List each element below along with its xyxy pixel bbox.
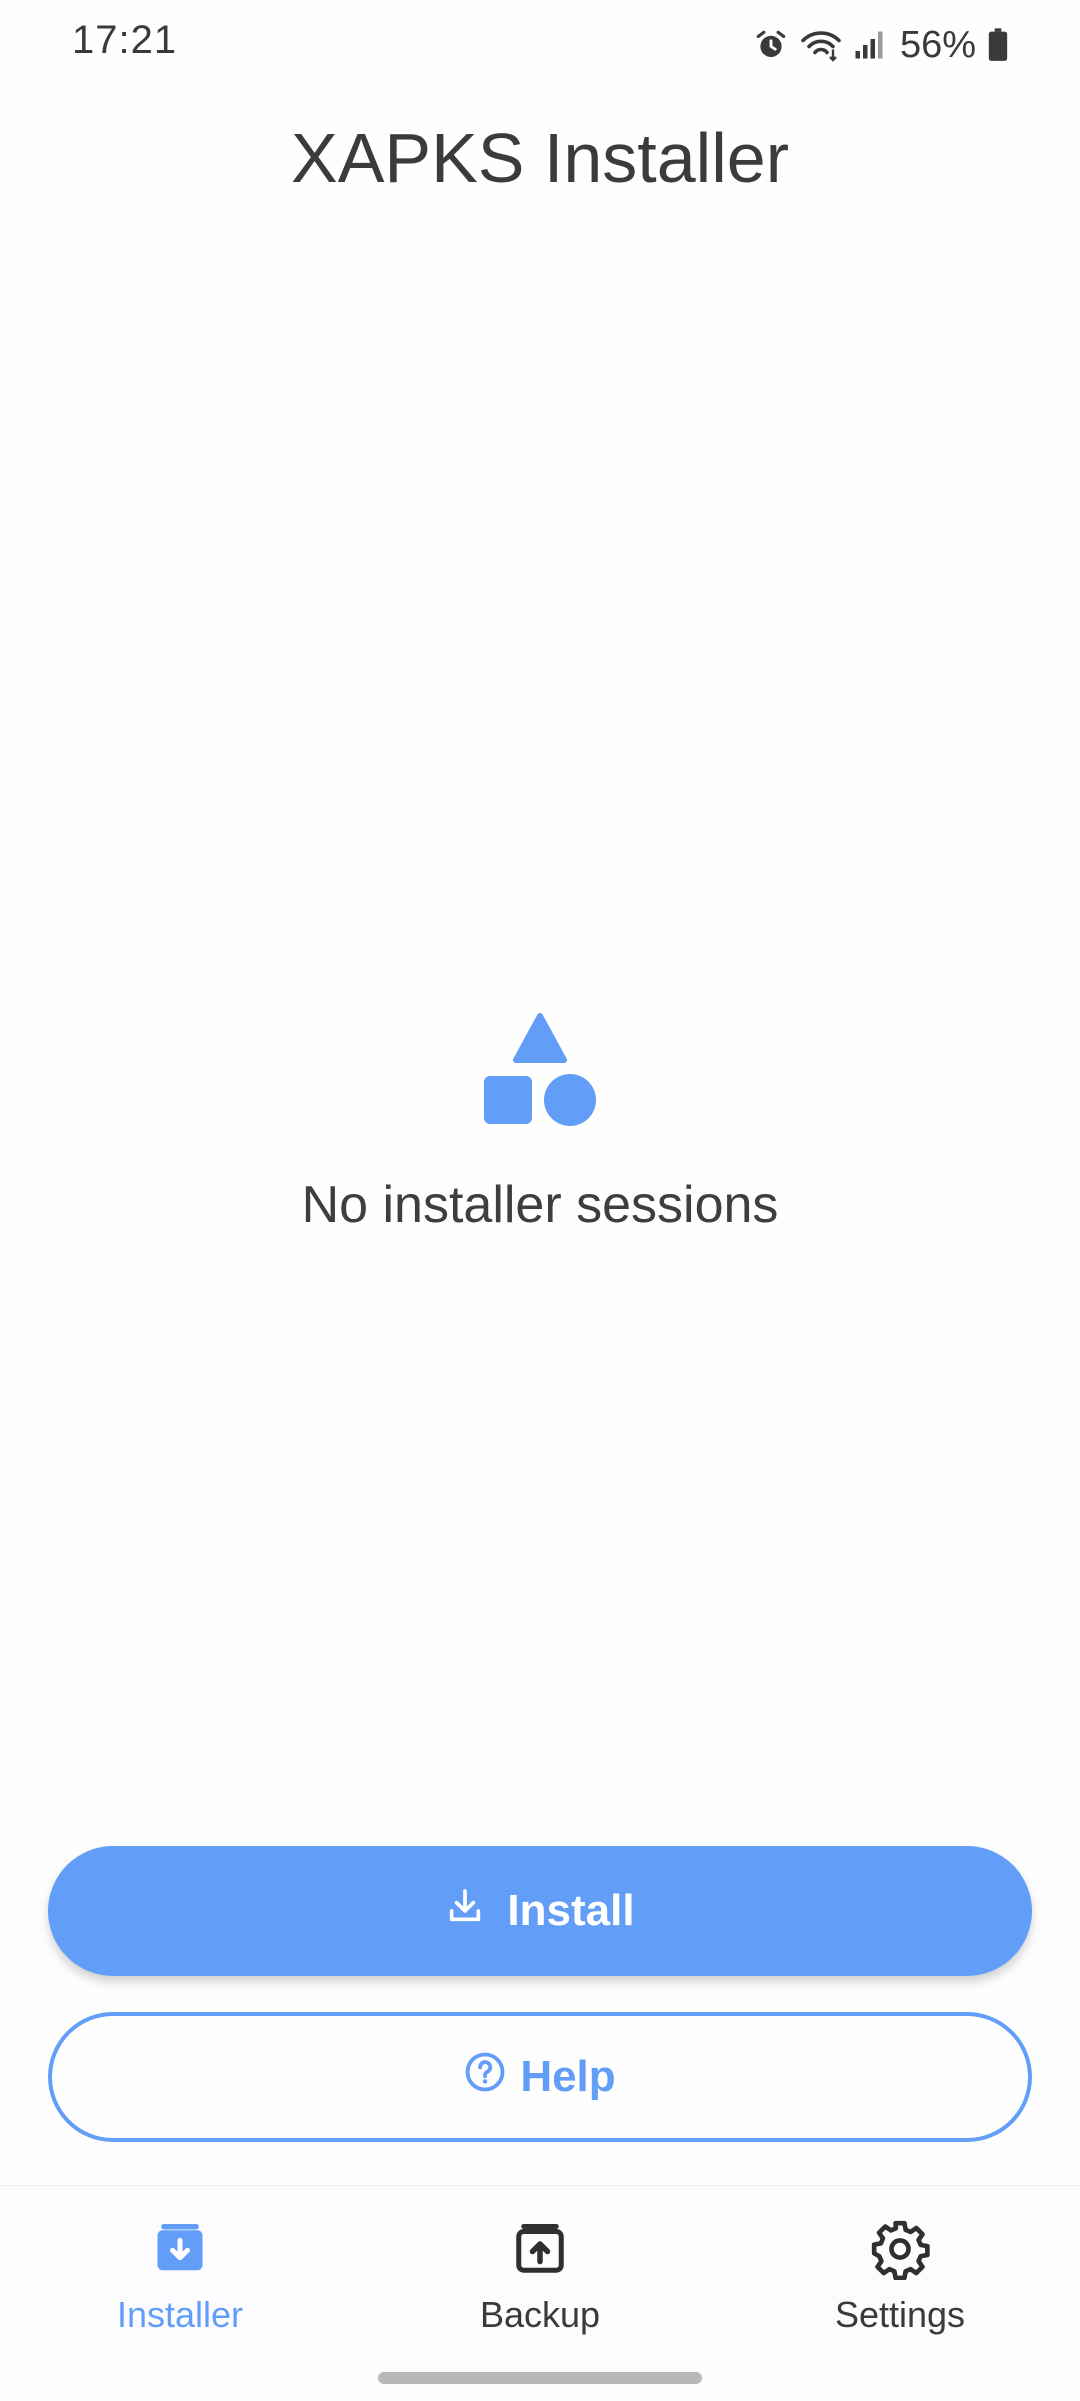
install-button[interactable]: Install <box>48 1846 1032 1976</box>
nav-item-backup[interactable]: Backup <box>360 2216 720 2336</box>
signal-icon <box>854 30 884 60</box>
home-indicator[interactable] <box>378 2372 702 2384</box>
status-time: 17:21 <box>72 18 178 62</box>
help-button[interactable]: Help <box>48 2012 1032 2142</box>
install-button-label: Install <box>507 1886 635 1935</box>
empty-state-text: No installer sessions <box>301 1176 779 1234</box>
backup-icon <box>510 2219 570 2284</box>
status-bar: 17:21 56% <box>0 0 1080 90</box>
page-title: XAPKS Installer <box>291 119 789 197</box>
nav-item-settings[interactable]: Settings <box>720 2216 1080 2336</box>
nav-label-settings: Settings <box>834 2294 966 2335</box>
bottom-nav: Installer Backup Settings <box>0 2185 1080 2401</box>
alarm-icon <box>754 28 788 62</box>
shapes-icon <box>480 1010 600 1135</box>
nav-label-backup: Backup <box>479 2294 601 2335</box>
nav-item-installer[interactable]: Installer <box>0 2216 360 2336</box>
gear-icon <box>869 2218 931 2285</box>
help-icon <box>464 2051 506 2104</box>
help-button-label: Help <box>520 2052 616 2101</box>
download-icon <box>445 1886 485 1937</box>
battery-percentage: 56% <box>899 23 976 66</box>
wifi-icon <box>800 28 842 62</box>
empty-state: No installer sessions <box>0 1010 1080 1235</box>
installer-icon <box>150 2219 210 2284</box>
status-icons: 56% <box>754 20 1008 70</box>
battery-icon <box>988 28 1008 62</box>
nav-label-installer: Installer <box>116 2294 244 2335</box>
